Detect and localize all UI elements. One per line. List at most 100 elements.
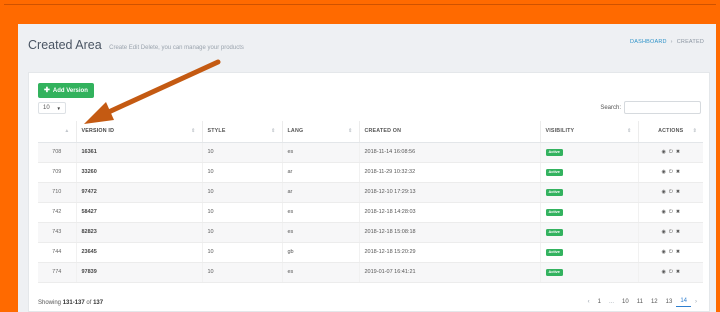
column-header-style[interactable]: STYLE ⇕ bbox=[202, 121, 283, 143]
eye-icon[interactable]: ◉ bbox=[661, 149, 665, 155]
cell-actions: ◉ ⏻ ✖ bbox=[638, 262, 703, 283]
column-header-created-on-label: CREATED ON bbox=[364, 128, 402, 135]
cell-index: 709 bbox=[38, 162, 77, 183]
status-badge[interactable]: Active bbox=[545, 228, 563, 236]
status-badge[interactable]: Active bbox=[545, 188, 563, 196]
breadcrumb-separator: › bbox=[670, 39, 673, 45]
cell-visibility: Active bbox=[540, 242, 639, 263]
power-icon[interactable]: ⏻ bbox=[669, 229, 673, 235]
cell-style: 10 bbox=[202, 162, 283, 183]
cell-index: 744 bbox=[38, 242, 77, 263]
cell-style: 10 bbox=[202, 202, 283, 223]
column-header-lang-label: LANG bbox=[287, 128, 304, 135]
power-icon[interactable]: ⏻ bbox=[669, 249, 673, 255]
cell-lang: ar bbox=[282, 182, 360, 203]
cell-style: 10 bbox=[202, 262, 283, 283]
cell-style: 10 bbox=[202, 142, 283, 163]
cell-actions: ◉ ⏻ ✖ bbox=[638, 162, 703, 183]
cell-index: 710 bbox=[38, 182, 77, 203]
pagination-page-11[interactable]: 11 bbox=[633, 297, 647, 307]
page-length-value: 10 bbox=[43, 105, 50, 111]
sort-icon: ⇕ bbox=[271, 128, 276, 134]
eye-icon[interactable]: ◉ bbox=[661, 189, 665, 195]
power-icon[interactable]: ⏻ bbox=[669, 269, 673, 275]
close-icon[interactable]: ✖ bbox=[676, 269, 680, 275]
status-badge[interactable]: Active bbox=[545, 148, 563, 156]
table-row: 744 23645 10 gb 2018-12-18 15:20:29 Acti… bbox=[38, 242, 703, 263]
cell-actions: ◉ ⏻ ✖ bbox=[638, 182, 703, 203]
cell-version-id: 97472 bbox=[76, 182, 203, 203]
close-icon[interactable]: ✖ bbox=[676, 189, 680, 195]
add-version-button[interactable]: ✚ Add Version bbox=[38, 83, 94, 98]
breadcrumb-dashboard[interactable]: DASHBOARD bbox=[630, 39, 667, 45]
column-header-visibility[interactable]: VISIBILITY ⇕ bbox=[540, 121, 639, 143]
breadcrumb-current: CREATED bbox=[676, 39, 704, 45]
cell-created-on: 2018-12-10 17:29:13 bbox=[359, 182, 541, 203]
showing-of: of bbox=[86, 300, 92, 306]
cell-lang: es bbox=[282, 222, 360, 243]
power-icon[interactable]: ⏻ bbox=[669, 149, 673, 155]
close-icon[interactable]: ✖ bbox=[676, 209, 680, 215]
cell-visibility: Active bbox=[540, 182, 639, 203]
pagination-prev[interactable]: ‹ bbox=[584, 297, 594, 307]
pagination-page-13[interactable]: 13 bbox=[662, 297, 677, 307]
cell-created-on: 2018-12-18 15:20:29 bbox=[359, 242, 541, 263]
status-badge[interactable]: Active bbox=[545, 248, 563, 256]
breadcrumb: DASHBOARD › CREATED bbox=[630, 39, 704, 45]
close-icon[interactable]: ✖ bbox=[676, 169, 680, 175]
eye-icon[interactable]: ◉ bbox=[661, 269, 665, 275]
column-header-version-id-label: VERSION ID bbox=[81, 128, 115, 135]
page-title: Created Area bbox=[28, 38, 102, 52]
power-icon[interactable]: ⏻ bbox=[669, 209, 673, 215]
column-header-version-id[interactable]: VERSION ID ⇕ bbox=[76, 121, 203, 143]
close-icon[interactable]: ✖ bbox=[676, 149, 680, 155]
pagination-page-10[interactable]: 10 bbox=[618, 297, 633, 307]
cell-actions: ◉ ⏻ ✖ bbox=[638, 142, 703, 163]
cell-index: 742 bbox=[38, 202, 77, 223]
eye-icon[interactable]: ◉ bbox=[661, 229, 665, 235]
table-info: Showing 131-137 of 137 bbox=[38, 300, 103, 306]
cell-actions: ◉ ⏻ ✖ bbox=[638, 242, 703, 263]
cell-lang: gb bbox=[282, 242, 360, 263]
status-badge[interactable]: Active bbox=[545, 168, 563, 176]
pagination-page-14[interactable]: 14 bbox=[676, 296, 691, 307]
versions-table: ▲ VERSION ID ⇕ STYLE ⇕ LANG ⇕ CREATED ON VI… bbox=[38, 121, 703, 283]
versions-card: ✚ Add Version 10 ▼ Search: ▲ VERSION ID ⇕… bbox=[28, 72, 710, 312]
cell-version-id: 16361 bbox=[76, 142, 203, 163]
eye-icon[interactable]: ◉ bbox=[661, 209, 665, 215]
pagination-next[interactable]: › bbox=[691, 297, 701, 307]
page-length-select[interactable]: 10 ▼ bbox=[38, 102, 66, 114]
status-badge[interactable]: Active bbox=[545, 268, 563, 276]
column-header-created-on[interactable]: CREATED ON bbox=[359, 121, 541, 143]
pagination-page-1[interactable]: 1 bbox=[594, 297, 605, 307]
column-header-actions-label: ACTIONS bbox=[658, 128, 684, 135]
eye-icon[interactable]: ◉ bbox=[661, 169, 665, 175]
status-badge[interactable]: Active bbox=[545, 208, 563, 216]
cell-lang: ar bbox=[282, 162, 360, 183]
search-input[interactable] bbox=[624, 101, 701, 114]
power-icon[interactable]: ⏻ bbox=[669, 189, 673, 195]
cell-visibility: Active bbox=[540, 222, 639, 243]
cell-index: 743 bbox=[38, 222, 77, 243]
close-icon[interactable]: ✖ bbox=[676, 249, 680, 255]
pagination: ‹ 1 ... 10 11 12 13 14 › bbox=[584, 296, 701, 307]
eye-icon[interactable]: ◉ bbox=[661, 249, 665, 255]
close-icon[interactable]: ✖ bbox=[676, 229, 680, 235]
sort-icon: ⇕ bbox=[348, 128, 353, 134]
table-row: 743 82823 10 es 2018-12-18 15:08:18 Acti… bbox=[38, 222, 703, 243]
cell-index: 774 bbox=[38, 262, 77, 283]
cell-visibility: Active bbox=[540, 262, 639, 283]
search-label: Search: bbox=[600, 104, 621, 111]
column-header-visibility-label: VISIBILITY bbox=[545, 128, 575, 135]
search-area: Search: bbox=[600, 101, 701, 114]
chevron-down-icon: ▼ bbox=[56, 105, 61, 111]
table-row: 742 58427 10 es 2018-12-18 14:28:03 Acti… bbox=[38, 202, 703, 223]
column-header-lang[interactable]: LANG ⇕ bbox=[282, 121, 360, 143]
cell-style: 10 bbox=[202, 222, 283, 243]
pagination-page-12[interactable]: 12 bbox=[647, 297, 662, 307]
column-header-index[interactable]: ▲ bbox=[38, 121, 77, 143]
cell-created-on: 2018-12-18 14:28:03 bbox=[359, 202, 541, 223]
sort-icon: ▲ bbox=[64, 128, 70, 134]
page-header: Created Area Create Edit Delete, you can… bbox=[28, 36, 706, 58]
power-icon[interactable]: ⏻ bbox=[669, 169, 673, 175]
